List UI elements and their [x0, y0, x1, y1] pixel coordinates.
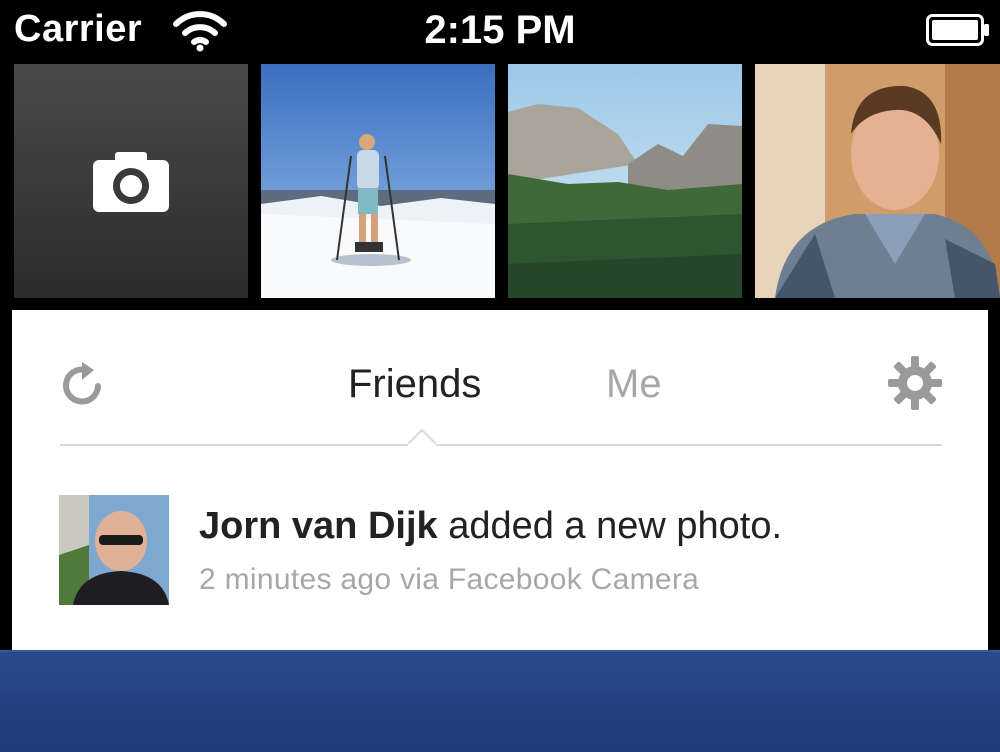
- tab-friends[interactable]: Friends: [348, 354, 481, 414]
- clock: 2:15 PM: [424, 8, 576, 52]
- smiling-man-photo: [755, 64, 1000, 298]
- photo-thumbnail[interactable]: [261, 64, 495, 298]
- skier-on-snow-photo: [261, 64, 495, 298]
- photo-thumbnail[interactable]: [508, 64, 742, 298]
- feed-item-action: added a new photo.: [448, 505, 783, 547]
- battery-icon: [926, 14, 989, 46]
- feed-card: Friends Me Jorn van Dijk added a new pho…: [12, 310, 988, 650]
- feed-tabs: Friends Me: [12, 354, 988, 414]
- gear-icon[interactable]: [886, 354, 944, 412]
- tab-divider: [60, 444, 942, 446]
- feed-item-meta: 2 minutes ago via Facebook Camera: [199, 563, 700, 596]
- feed-item-text: Jorn van Dijk added a new photo.: [199, 505, 782, 548]
- status-bar: Carrier 2:15 PM: [0, 0, 1000, 62]
- bottom-bar: [0, 650, 1000, 752]
- avatar[interactable]: [59, 495, 169, 605]
- camera-icon: [93, 152, 169, 212]
- tab-me[interactable]: Me: [606, 354, 662, 414]
- camera-button[interactable]: [14, 64, 248, 298]
- mountain-valley-photo: [508, 64, 742, 298]
- active-tab-indicator: [408, 428, 436, 446]
- feed-item[interactable]: Jorn van Dijk added a new photo. 2 minut…: [59, 495, 959, 607]
- photo-strip: [0, 62, 1000, 310]
- feed-item-author[interactable]: Jorn van Dijk: [199, 505, 438, 547]
- photo-thumbnail[interactable]: [755, 64, 1000, 298]
